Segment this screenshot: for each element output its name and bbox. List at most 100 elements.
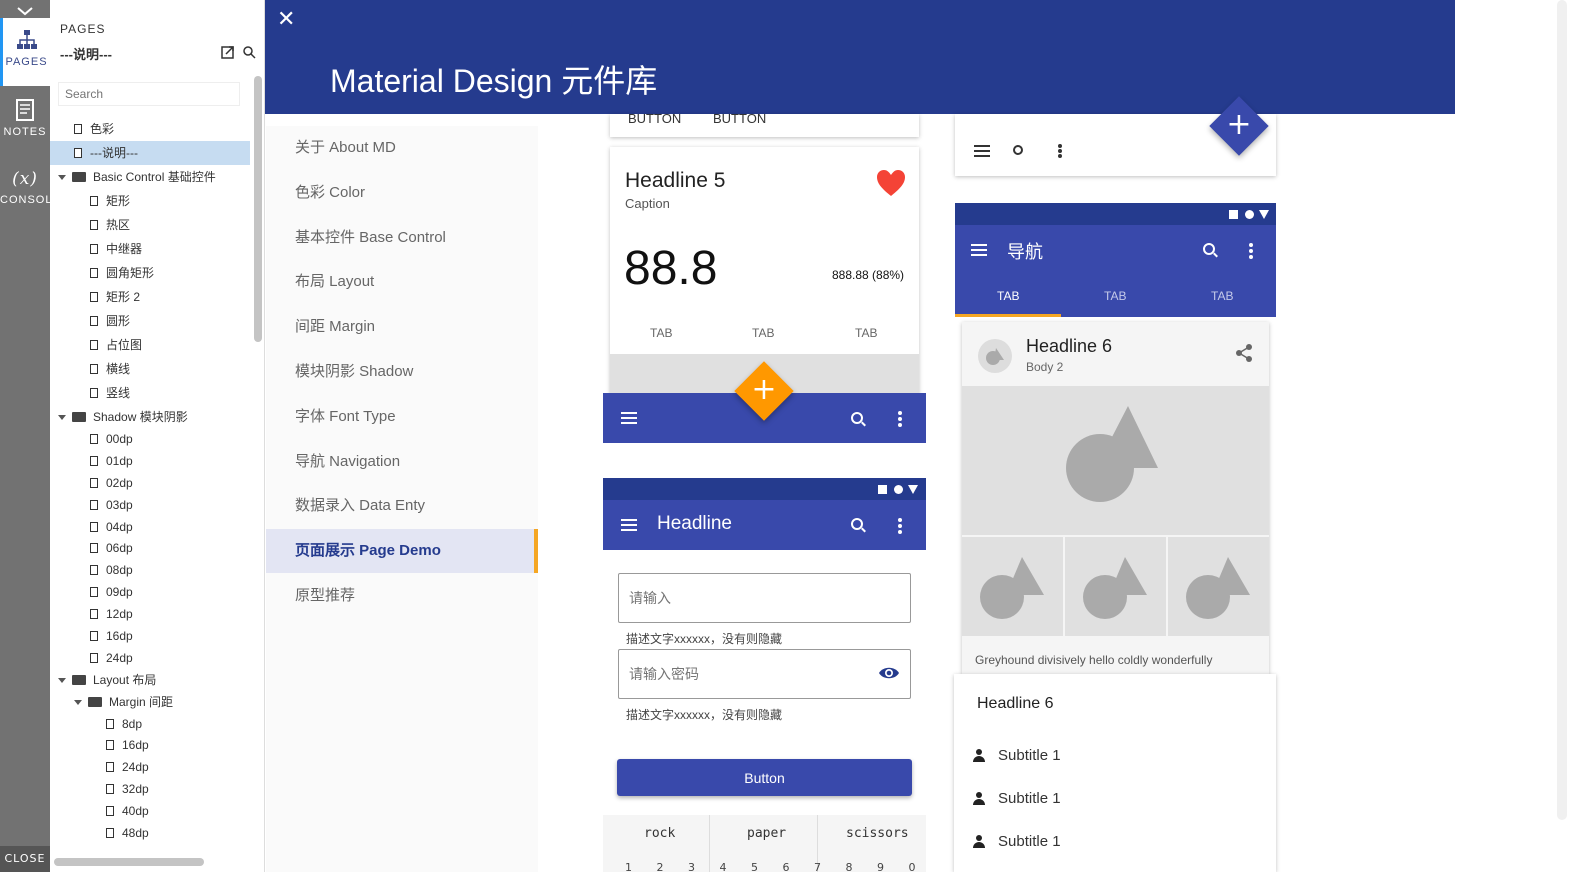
menu-item[interactable]: 间距 Margin: [266, 305, 538, 349]
tree-page[interactable]: 矩形 2: [50, 285, 250, 309]
menu-item[interactable]: 基本控件 Base Control: [266, 216, 538, 260]
nav-status-bar: [955, 203, 1276, 225]
menu-item[interactable]: 模块阴影 Shadow: [266, 350, 538, 394]
search-icon[interactable]: [1203, 243, 1215, 255]
list-item-2[interactable]: Subtitle 1: [998, 790, 1061, 807]
square-icon: [1229, 210, 1238, 219]
expand-triangle-icon[interactable]: [58, 175, 66, 180]
menu-icon[interactable]: [971, 241, 987, 259]
search-icon[interactable]: [851, 412, 863, 424]
tree-page[interactable]: 09dp: [50, 582, 250, 604]
stat-tab-3[interactable]: TAB: [855, 326, 877, 340]
form-status-bar: [603, 478, 926, 500]
tree-page[interactable]: 色彩: [50, 117, 250, 141]
tree-page[interactable]: 08dp: [50, 560, 250, 582]
tree-page[interactable]: 03dp: [50, 495, 250, 517]
tree-page[interactable]: 圆形: [50, 309, 250, 333]
menu-item[interactable]: 数据录入 Data Enty: [266, 484, 538, 528]
tree-folder[interactable]: Basic Control 基础控件: [50, 165, 250, 189]
fab-orange[interactable]: +: [734, 361, 794, 421]
nav-tab-3[interactable]: TAB: [1211, 289, 1233, 303]
tree-page[interactable]: 02dp: [50, 473, 250, 495]
tree-page[interactable]: 8dp: [50, 714, 250, 736]
menu-item[interactable]: 字体 Font Type: [266, 395, 538, 439]
tree-item-label: 8dp: [122, 716, 143, 731]
tree-page[interactable]: 24dp: [50, 757, 250, 779]
fab-blue[interactable]: +: [1209, 96, 1269, 156]
person-icon: [973, 792, 985, 806]
search-icon[interactable]: [851, 518, 863, 530]
text-input[interactable]: [618, 573, 911, 623]
eye-icon[interactable]: [878, 665, 900, 681]
tree-folder[interactable]: Layout 布局: [50, 670, 250, 692]
tree-page[interactable]: ---说明---: [50, 141, 250, 165]
password-input[interactable]: [618, 649, 911, 699]
more-vert-icon[interactable]: [1249, 241, 1253, 261]
button-2[interactable]: BUTTON: [713, 111, 766, 126]
list-item-1[interactable]: Subtitle 1: [998, 747, 1061, 764]
nav-tab-1[interactable]: TAB: [997, 289, 1019, 303]
menu-icon[interactable]: [974, 142, 990, 160]
tree-page[interactable]: 40dp: [50, 801, 250, 823]
expand-triangle-icon[interactable]: [74, 699, 82, 705]
tree-page[interactable]: 32dp: [50, 779, 250, 801]
tree-page[interactable]: 16dp: [50, 626, 250, 648]
tree-folder[interactable]: Shadow 模块阴影: [50, 405, 250, 429]
pages-search-input[interactable]: [58, 82, 240, 106]
tree-page[interactable]: 圆角矩形: [50, 261, 250, 285]
close-panel-button[interactable]: CLOSE: [0, 846, 50, 872]
stat-tab-2[interactable]: TAB: [752, 326, 774, 340]
expand-triangle-icon[interactable]: [58, 415, 66, 420]
menu-item[interactable]: 布局 Layout: [266, 260, 538, 304]
menu-icon[interactable]: [621, 409, 637, 427]
primary-button[interactable]: Button: [617, 759, 912, 796]
main-vertical-scrollbar[interactable]: [1557, 0, 1567, 820]
tree-page[interactable]: 01dp: [50, 451, 250, 473]
media-image-small-1: [962, 537, 1063, 636]
more-vert-icon[interactable]: [1058, 143, 1062, 159]
menu-item[interactable]: 原型推荐: [266, 574, 538, 618]
tree-page[interactable]: 48dp: [50, 823, 250, 845]
list-item-3[interactable]: Subtitle 1: [998, 833, 1061, 850]
button-1[interactable]: BUTTON: [628, 111, 681, 126]
page-icon: [90, 244, 98, 254]
stat-tab-1[interactable]: TAB: [650, 326, 672, 340]
tree-page[interactable]: 16dp: [50, 735, 250, 757]
tree-page[interactable]: 横线: [50, 357, 250, 381]
export-icon[interactable]: [221, 45, 235, 59]
search-icon[interactable]: [1013, 145, 1023, 155]
more-vert-icon[interactable]: [898, 516, 902, 536]
pages-horizontal-scrollbar[interactable]: [54, 858, 204, 866]
close-icon[interactable]: ✕: [277, 9, 297, 31]
tree-page[interactable]: 06dp: [50, 538, 250, 560]
menu-item[interactable]: 色彩 Color: [266, 171, 538, 215]
menu-item[interactable]: 页面展示 Page Demo: [266, 529, 538, 574]
plus-icon: +: [751, 372, 777, 407]
search-page-icon[interactable]: [242, 45, 256, 59]
page-title: Material Design 元件库: [330, 63, 658, 99]
tree-page[interactable]: 12dp: [50, 604, 250, 626]
menu-item[interactable]: 导航 Navigation: [266, 440, 538, 484]
tree-page[interactable]: 04dp: [50, 517, 250, 539]
console-tab[interactable]: (x) CONSOLE: [0, 158, 60, 226]
share-icon[interactable]: [1235, 343, 1253, 363]
menu-item[interactable]: 关于 About MD: [266, 126, 538, 170]
nav-tab-2[interactable]: TAB: [1104, 289, 1126, 303]
notes-tab[interactable]: NOTES: [0, 88, 50, 156]
tree-page[interactable]: 00dp: [50, 429, 250, 451]
tree-page[interactable]: 热区: [50, 213, 250, 237]
tree-page[interactable]: 矩形: [50, 189, 250, 213]
expand-triangle-icon[interactable]: [58, 677, 66, 683]
more-vert-icon[interactable]: [898, 409, 902, 429]
collapse-chevron-icon[interactable]: [16, 2, 34, 16]
tree-item-label: 08dp: [106, 563, 133, 578]
menu-icon[interactable]: [621, 516, 637, 534]
tree-page[interactable]: 中继器: [50, 237, 250, 261]
tree-page[interactable]: 24dp: [50, 648, 250, 670]
pages-vertical-scrollbar[interactable]: [254, 76, 262, 342]
tree-page[interactable]: 占位图: [50, 333, 250, 357]
heart-icon[interactable]: [876, 169, 906, 197]
pages-tab[interactable]: PAGES: [0, 18, 50, 86]
tree-folder[interactable]: Margin 间距: [50, 692, 250, 714]
tree-page[interactable]: 竖线: [50, 381, 250, 405]
